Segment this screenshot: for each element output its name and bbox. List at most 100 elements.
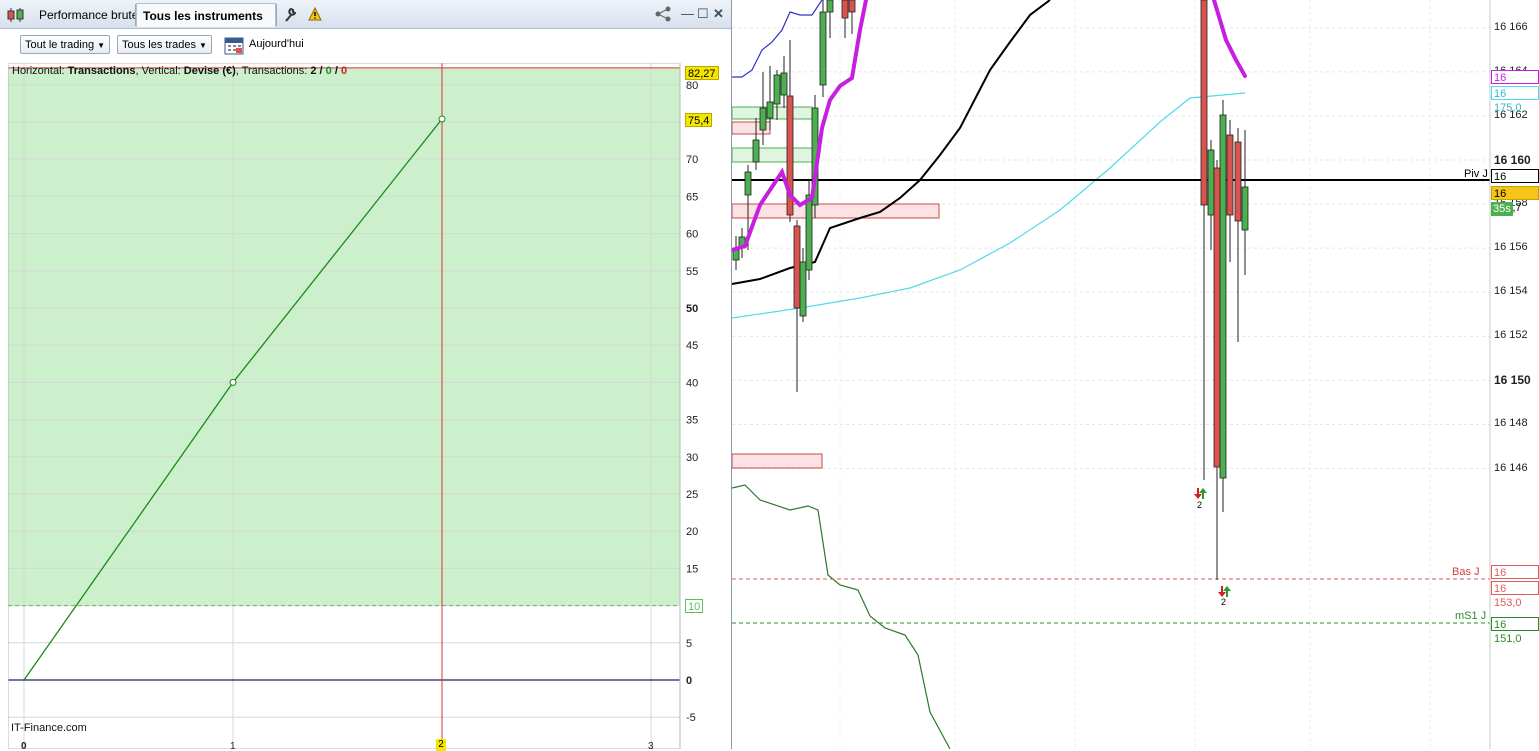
candle-body	[1200, 0, 1208, 206]
watermark: IT-Finance.com	[11, 722, 87, 734]
y-axis-label: 16 150	[1494, 373, 1531, 388]
candle-body	[744, 171, 752, 196]
y-axis-label: 16 160	[1494, 153, 1531, 167]
horizontal-axis-value: Transactions	[67, 65, 136, 77]
price-zone	[731, 203, 940, 219]
equity-point	[229, 378, 237, 386]
ms1-j-line-label: mS1 J	[1455, 610, 1487, 622]
bas-j-price-tag: 16 153,0	[1491, 565, 1539, 593]
green-oscillator-line	[731, 484, 951, 749]
info-sep: /	[316, 65, 326, 77]
y-axis-label: 16 156	[1494, 241, 1528, 254]
y-tick-label: 55	[686, 266, 698, 278]
candle-body	[1219, 114, 1227, 479]
y-axis-label: 16 154	[1494, 285, 1528, 298]
y-tick-label: 25	[686, 489, 698, 501]
y-tick-label: 30	[686, 452, 698, 464]
minimize-icon[interactable]: —	[681, 6, 694, 22]
info-prefix: Horizontal:	[12, 65, 68, 77]
candle-body	[848, 0, 856, 13]
current-value-tag: 75,4	[685, 113, 713, 127]
tab-performance-brute[interactable]: Performance brute	[33, 3, 144, 27]
candle-body	[1241, 186, 1249, 231]
price-zone	[731, 147, 815, 163]
y-tick-label: 35	[686, 415, 698, 427]
candle-body	[752, 139, 760, 163]
black-moving-average	[731, 0, 1051, 285]
candle-body	[1234, 141, 1242, 222]
candle-body	[841, 0, 849, 19]
magenta-ma-price-tag: 16 175,7	[1491, 70, 1539, 98]
y-tick-label: 0	[686, 675, 692, 687]
pivot-price-tag: 16 171,0	[1491, 169, 1539, 197]
bar-timer-badge: 35s	[1491, 202, 1513, 216]
performance-chart-canvas[interactable]: 80757065605550454035302520151050-5013	[8, 63, 720, 749]
equity-point	[438, 115, 446, 123]
maximize-icon[interactable]: ☐	[697, 6, 709, 22]
wrench-icon[interactable]	[283, 6, 297, 25]
close-icon[interactable]: ✕	[713, 6, 724, 22]
y-tick-label: 70	[686, 154, 698, 166]
y-tick-label: 80	[686, 80, 698, 92]
info-tx: , Transactions:	[235, 65, 311, 77]
trade-count-label: 2	[1221, 597, 1227, 607]
candle-body	[766, 101, 774, 119]
performance-chart[interactable]: 80757065605550454035302520151050-5013 Ho…	[8, 63, 720, 751]
share-icon[interactable]	[654, 6, 672, 25]
candle-body	[1207, 149, 1215, 216]
performance-window[interactable]: Performance brute Tous les instruments ▼…	[0, 0, 732, 751]
vertical-axis-value: Devise (€)	[183, 65, 236, 77]
candle-body	[759, 107, 767, 131]
info-sep: /	[331, 65, 341, 77]
calendar-icon	[224, 35, 244, 58]
date-label: Aujourd'hui	[249, 38, 304, 50]
y-tick-label: 5	[686, 638, 692, 650]
y-tick-label: 60	[686, 229, 698, 241]
perf-toolbar: Tout le trading ▼ Tous les trades ▼ Aujo…	[0, 29, 731, 61]
cyan-ma-price-tag: 16 175,0	[1491, 86, 1539, 114]
trades-filter-dropdown[interactable]: Tous les trades ▼	[117, 35, 212, 54]
candle-body	[780, 72, 788, 96]
y-tick-label: 65	[686, 191, 698, 203]
candle-body	[826, 0, 834, 13]
chevron-down-icon: ▼	[97, 41, 106, 50]
top-value-tag: 82,27	[685, 66, 719, 80]
y-tick-label: 40	[686, 377, 698, 389]
candle-body	[1226, 134, 1234, 216]
x-tick-label: 3	[648, 741, 654, 749]
info-mid: , Vertical:	[135, 65, 184, 77]
transaction-losses: 0	[340, 65, 348, 77]
window-titlebar[interactable]: Performance brute Tous les instruments ▼…	[0, 0, 731, 45]
y-tick-label: 45	[686, 340, 698, 352]
y-axis-label: 16 152	[1494, 329, 1528, 342]
y-axis-label: 16 148	[1494, 417, 1528, 430]
candle-body	[1213, 167, 1221, 468]
x-tick-label: 1	[230, 741, 236, 749]
candle-body	[805, 194, 813, 271]
y-tick-label: 50	[686, 303, 698, 315]
trading-filter-label: Tout le trading	[25, 39, 95, 51]
y-tick-label: 20	[686, 526, 698, 538]
chart-info-line: Horizontal: Transactions, Vertical: Devi…	[12, 65, 347, 77]
tab-instrument-label: Tous les instruments	[143, 9, 263, 23]
y-tick-label: -5	[686, 712, 696, 724]
y-axis-label: 16 166	[1494, 20, 1528, 33]
blue-band-line	[732, 0, 823, 78]
highlight-x-label: 2	[436, 739, 446, 751]
candlestick-icon	[6, 7, 30, 23]
ms1-j-price-tag: 16 151,0	[1491, 617, 1539, 645]
bas-j-price-tag-2: 16 153,0	[1491, 581, 1539, 609]
chevron-down-icon: ▼	[199, 41, 207, 50]
candle-body	[799, 261, 807, 317]
threshold-value-tag: 10	[685, 599, 704, 613]
price-zone	[731, 453, 823, 469]
trading-filter-dropdown[interactable]: Tout le trading ▼	[20, 35, 111, 54]
warning-icon[interactable]	[308, 6, 322, 24]
pivot-line-label: Piv J	[1464, 168, 1488, 180]
tab-instrument-selector[interactable]: Tous les instruments ▼	[136, 3, 276, 45]
tab-separator	[276, 4, 277, 26]
last-price-tag: 16 170,7	[1491, 186, 1539, 214]
positive-zone	[8, 67, 680, 606]
bas-j-line-label: Bas J	[1452, 566, 1480, 578]
y-tick-label: 15	[686, 563, 698, 575]
